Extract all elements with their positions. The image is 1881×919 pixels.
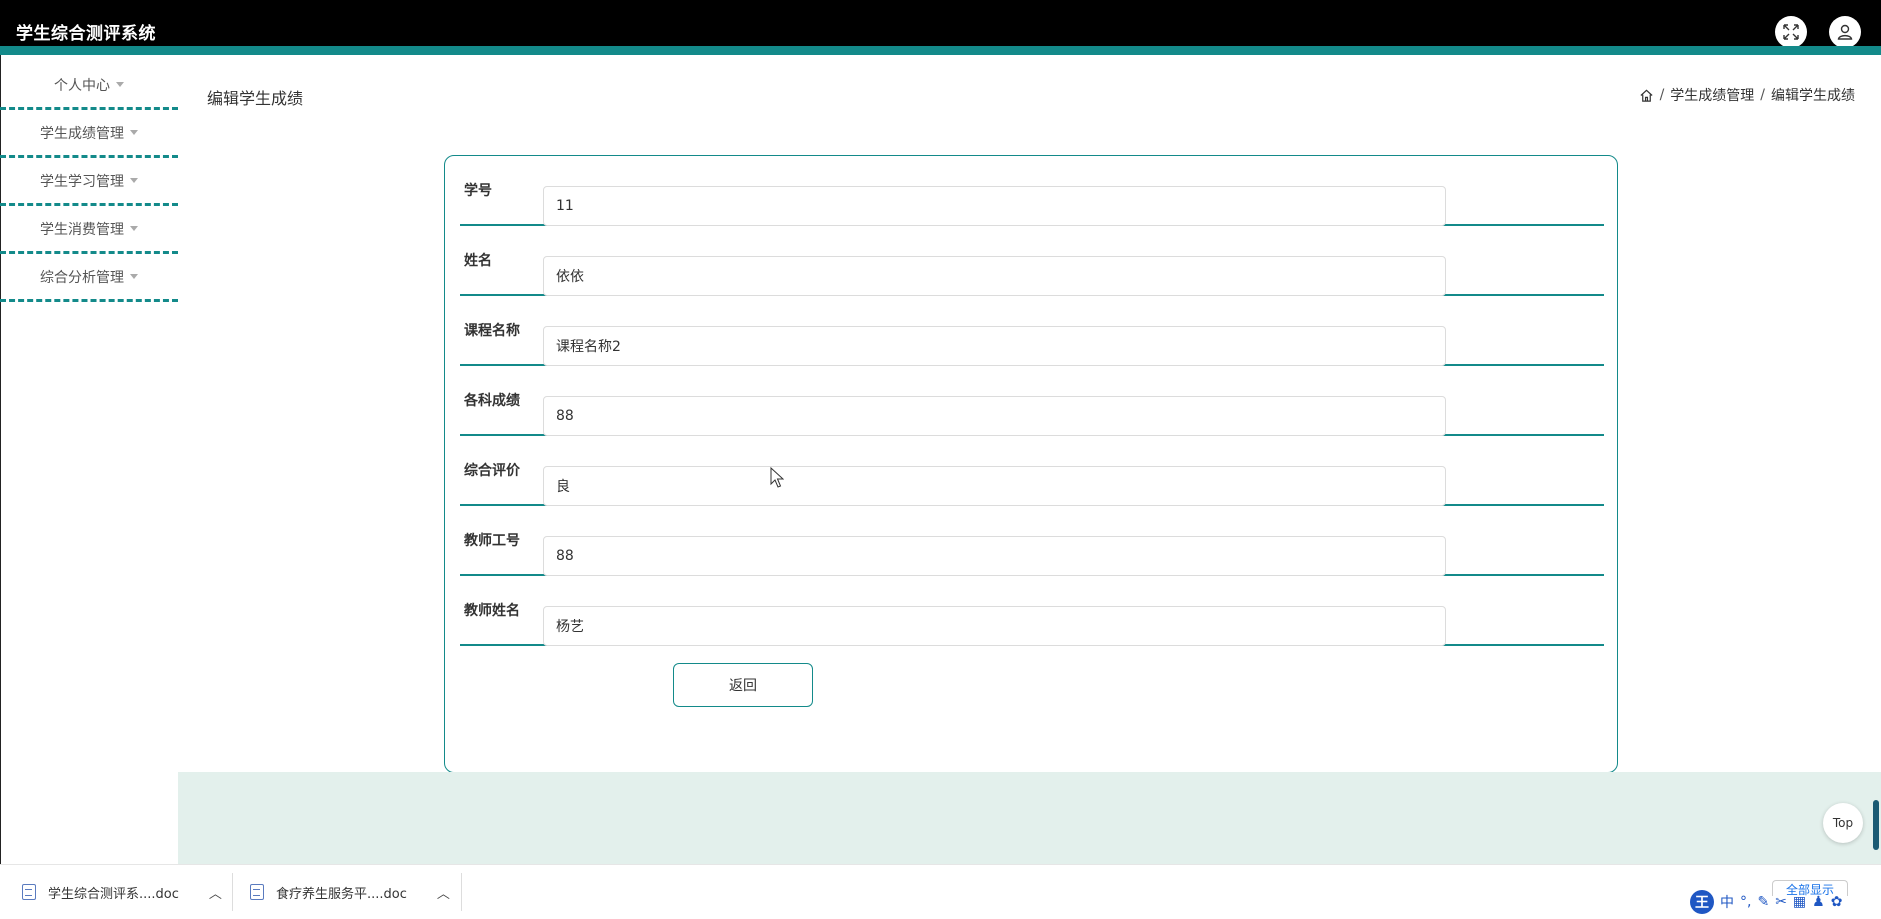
field-label: 课程名称 (464, 323, 520, 339)
teacher-name-field[interactable] (543, 606, 1446, 646)
breadcrumb: / 学生成绩管理 / 编辑学生成绩 (1639, 85, 1855, 105)
download-divider (461, 873, 462, 911)
sidebar-item-study-management[interactable]: 学生学习管理 (0, 158, 178, 206)
sidebar-item-label: 学生成绩管理 (40, 125, 124, 142)
sidebar-item-label: 综合分析管理 (40, 269, 124, 286)
form-row-student-id: 学号 (460, 156, 1604, 226)
expand-arrows-icon (1783, 24, 1799, 40)
fullscreen-button[interactable] (1775, 16, 1807, 48)
punctuation-icon[interactable]: °, (1740, 894, 1751, 910)
home-icon[interactable] (1639, 88, 1654, 103)
caret-down-icon (130, 226, 138, 231)
form-row-teacher-id: 教师工号 (460, 506, 1604, 576)
mouse-cursor-icon (770, 467, 784, 488)
chevron-up-icon[interactable]: ︿ (209, 883, 222, 902)
scrollbar-thumb[interactable] (1873, 800, 1879, 850)
caret-down-icon (116, 82, 124, 87)
breadcrumb-item-current: 编辑学生成绩 (1771, 88, 1855, 104)
download-filename: 学生综合测评系....doc (48, 886, 179, 902)
page-title: 编辑学生成绩 (207, 89, 304, 108)
shirt-icon[interactable]: ♟ (1812, 894, 1825, 910)
name-field[interactable] (543, 256, 1446, 296)
download-item[interactable]: 食疗养生服务平....doc ︿ (250, 865, 450, 919)
form-row-scores: 各科成绩 (460, 366, 1604, 436)
app-title: 学生综合测评系统 (16, 24, 156, 44)
breadcrumb-separator: / (1659, 87, 1665, 103)
chevron-up-icon[interactable]: ︿ (437, 883, 450, 902)
form-row-name: 姓名 (460, 226, 1604, 296)
header-accent-strip (0, 46, 1881, 55)
form-row-teacher-name: 教师姓名 (460, 576, 1604, 646)
scores-field[interactable] (543, 396, 1446, 436)
caret-down-icon (130, 274, 138, 279)
teacher-id-field[interactable] (543, 536, 1446, 576)
downloads-bar: 学生综合测评系....doc ︿ 食疗养生服务平....doc ︿ (0, 864, 1881, 918)
scissors-icon[interactable]: ✂ (1775, 894, 1787, 910)
student-id-field[interactable] (543, 186, 1446, 226)
sidebar: 个人中心 学生成绩管理 学生学习管理 学生消费管理 综合分析管理 (0, 62, 178, 302)
field-label: 各科成绩 (464, 393, 520, 409)
ime-logo[interactable]: 王 (1690, 890, 1714, 914)
footer-band (178, 772, 1881, 864)
download-divider (232, 873, 233, 911)
form-row-course-name: 课程名称 (460, 296, 1604, 366)
field-label: 教师工号 (464, 533, 520, 549)
caret-down-icon (130, 130, 138, 135)
field-label: 学号 (464, 183, 492, 199)
pen-icon[interactable]: ✎ (1757, 894, 1769, 910)
sidebar-item-label: 学生学习管理 (40, 173, 124, 190)
evaluation-field[interactable] (543, 466, 1446, 506)
gear-icon[interactable]: ✿ (1831, 894, 1843, 910)
field-label: 姓名 (464, 253, 492, 269)
keyboard-icon[interactable]: ▦ (1793, 894, 1806, 910)
caret-down-icon (130, 178, 138, 183)
field-label: 综合评价 (464, 463, 520, 479)
breadcrumb-separator: / (1760, 87, 1765, 103)
course-name-field[interactable] (543, 326, 1446, 366)
download-filename: 食疗养生服务平....doc (276, 886, 407, 902)
ime-mode-indicator[interactable]: 中 (1720, 892, 1734, 912)
back-to-top-button[interactable]: Top (1823, 803, 1863, 843)
edit-score-form: 学号 姓名 课程名称 各科成绩 综合评价 教师工号 教师姓名 返回 (444, 155, 1618, 773)
user-button[interactable] (1829, 16, 1861, 48)
back-button[interactable]: 返回 (673, 663, 813, 707)
field-label: 教师姓名 (464, 603, 520, 619)
sidebar-item-consumption-management[interactable]: 学生消费管理 (0, 206, 178, 254)
form-row-evaluation: 综合评价 (460, 436, 1604, 506)
breadcrumb-item-score-management[interactable]: 学生成绩管理 (1670, 85, 1754, 105)
user-icon (1837, 24, 1853, 40)
download-item[interactable]: 学生综合测评系....doc ︿ (22, 865, 222, 919)
sidebar-item-analysis-management[interactable]: 综合分析管理 (0, 254, 178, 302)
sidebar-item-label: 个人中心 (54, 77, 110, 94)
sidebar-item-personal-center[interactable]: 个人中心 (0, 62, 178, 110)
sidebar-item-label: 学生消费管理 (40, 221, 124, 238)
top-bar: 学生综合测评系统 (0, 0, 1881, 55)
document-icon (250, 884, 264, 900)
ime-toolbar: 王 中 °, ✎ ✂ ▦ ♟ ✿ (1690, 890, 1842, 914)
sidebar-item-score-management[interactable]: 学生成绩管理 (0, 110, 178, 158)
document-icon (22, 884, 36, 900)
